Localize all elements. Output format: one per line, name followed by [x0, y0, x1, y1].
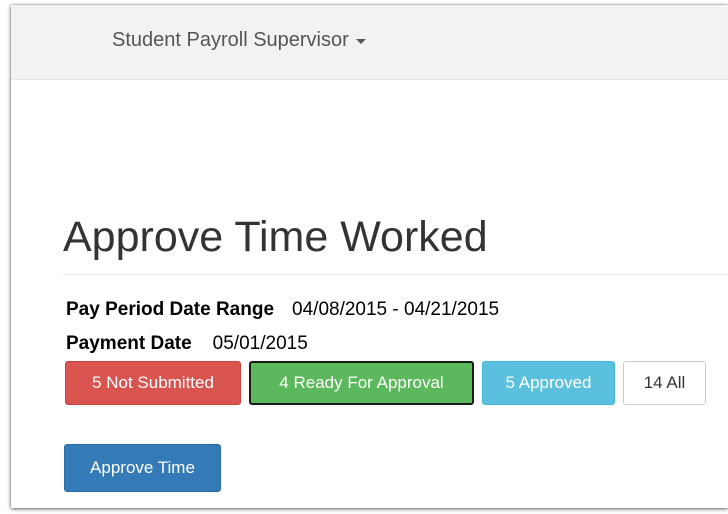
title-divider: [63, 274, 728, 275]
pay-period-range-value: 04/08/2015 - 04/21/2015: [292, 299, 500, 320]
page-title: Approve Time Worked: [63, 213, 488, 261]
filter-approved-label: 5 Approved: [505, 373, 592, 392]
filter-ready-for-approval-label: 4 Ready For Approval: [279, 373, 444, 392]
payment-date-row: Payment Date 05/01/2015: [66, 332, 308, 356]
pay-period-range-label: Pay Period Date Range: [66, 299, 275, 320]
supervisor-menu-label: Student Payroll Supervisor: [112, 28, 349, 51]
filter-not-submitted-button[interactable]: 5 Not Submitted: [65, 361, 241, 405]
filter-not-submitted-label: 5 Not Submitted: [92, 373, 214, 392]
supervisor-menu-dropdown[interactable]: Student Payroll Supervisor: [112, 27, 366, 53]
filter-approved-button[interactable]: 5 Approved: [482, 361, 615, 405]
filter-all-label: 14 All: [643, 373, 686, 392]
app-window: Student Payroll Supervisor Approve Time …: [11, 5, 728, 508]
pay-period-range-row: Pay Period Date Range 04/08/2015 - 04/21/…: [66, 298, 499, 322]
top-navbar: Student Payroll Supervisor: [11, 5, 728, 80]
payment-date-label: Payment Date: [66, 333, 192, 354]
caret-down-icon: [355, 38, 366, 44]
payment-date-value: 05/01/2015: [212, 333, 308, 354]
approve-time-button[interactable]: Approve Time: [64, 444, 221, 492]
approve-time-label: Approve Time: [90, 458, 195, 477]
filter-ready-for-approval-button[interactable]: 4 Ready For Approval: [249, 361, 474, 405]
filter-all-button[interactable]: 14 All: [623, 361, 706, 405]
